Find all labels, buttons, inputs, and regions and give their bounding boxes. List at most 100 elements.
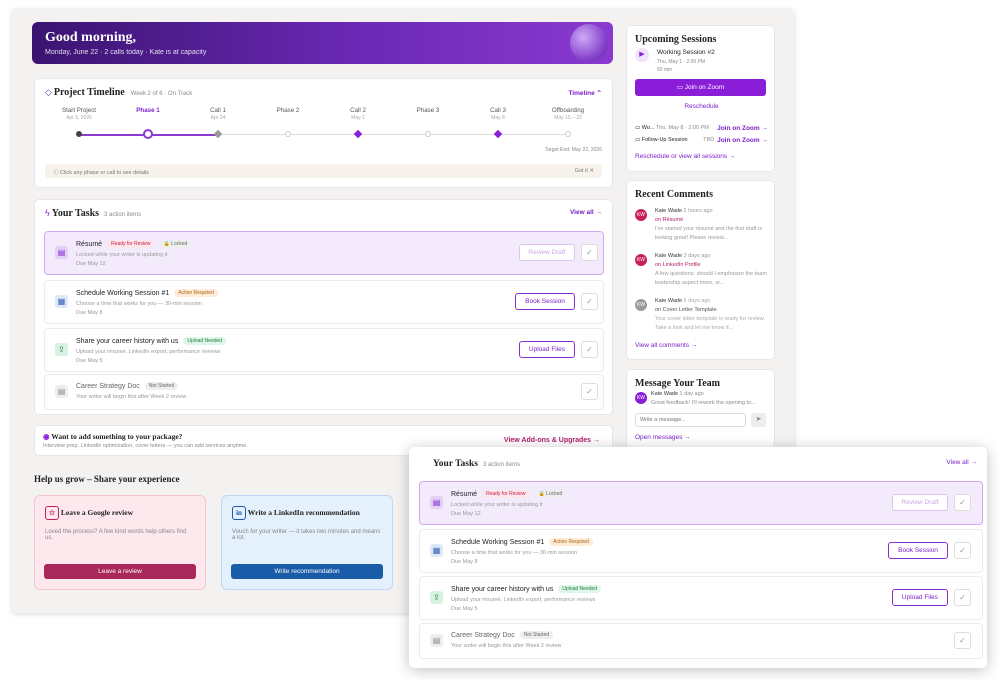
view-all-tasks-link[interactable]: View all →: [570, 209, 602, 216]
upcoming-sessions-card: Upcoming Sessions ▶ Working Session #2 T…: [626, 25, 775, 172]
info-icon: ⓘ: [53, 170, 61, 176]
comment-item[interactable]: Kate Wade 5 days ago on Cover Letter Temp…: [655, 297, 770, 333]
comments-title: Recent Comments: [635, 189, 714, 200]
calendar-icon: ▦: [430, 544, 443, 557]
package-icon: ◉: [43, 432, 50, 441]
timeline-hint: ⓘ Click any phase or call to see details…: [45, 164, 602, 178]
comment-item[interactable]: Kate Wade 3 days ago on LinkedIn Profile A…: [655, 252, 770, 288]
camera-icon: ▭: [676, 84, 685, 91]
video-icon: ▭: [635, 137, 642, 143]
greeting-subtitle: Monday, June 22 · 2 calls today · Kate i…: [45, 49, 207, 56]
document-icon: ▤: [55, 246, 68, 259]
avatar: KW: [635, 299, 647, 311]
session-row: ▭ Wo... Thu, May 8 · 2:00 PM Join on Zoom…: [635, 125, 768, 132]
leave-review-button[interactable]: Leave a review: [44, 564, 196, 579]
tasks-card: ϟ Your Tasks 3 action items View all → ▤…: [34, 199, 613, 415]
timeline-header: ◇ Project Timeline Week 2 of 6 · On Trac…: [45, 87, 192, 98]
complete-checkbox[interactable]: ✓: [954, 589, 971, 606]
session-row: ▭ Follow-Up Session TBD Join on Zoom →: [635, 137, 768, 144]
upload-files-button[interactable]: Upload Files: [892, 589, 948, 606]
status-badge: Ready for Review: [107, 240, 155, 248]
tasks-zoom-callout: Your Tasks 3 action items View all → ▤ R…: [409, 447, 987, 668]
recent-comments-card: Recent Comments KW Kate Wade 2 hours ago…: [626, 180, 775, 360]
phase-3[interactable]: Phase 3: [398, 107, 458, 115]
milestone-dot-phase-2[interactable]: [285, 131, 291, 137]
message-title: Message Your Team: [635, 378, 720, 389]
milestone-dot-phase-1[interactable]: [143, 129, 153, 139]
status-badge: Action Required: [174, 289, 218, 297]
phase-1[interactable]: Phase 1: [118, 107, 178, 115]
view-all-tasks-link[interactable]: View all →: [946, 459, 977, 466]
timeline-toggle[interactable]: Timeline ⌃: [568, 89, 602, 97]
disco-ball-decoration: [570, 24, 608, 62]
addon-title: Want to add something to your package?: [51, 432, 183, 441]
timeline-title: Project Timeline: [53, 87, 125, 98]
timeline-week: Week 2 of 6 · On Track: [130, 91, 193, 97]
milestone-dot-offboarding[interactable]: [565, 131, 571, 137]
tasks-title: Your Tasks: [51, 208, 100, 219]
complete-checkbox[interactable]: ✓: [581, 341, 598, 358]
reschedule-link[interactable]: Reschedule: [627, 103, 776, 110]
star-icon: ☆: [45, 506, 59, 520]
locked-badge: 🔒 Locked: [159, 240, 192, 248]
linkedin-card: in Write a LinkedIn recommendation Vouch…: [221, 495, 393, 590]
task-career-strategy[interactable]: ▤ Career Strategy Doc Not Started Your wr…: [44, 374, 604, 410]
target-end-date: Target End: May 22, 2026: [544, 147, 602, 153]
complete-checkbox[interactable]: ✓: [581, 383, 598, 400]
open-messages-link[interactable]: Open messages →: [635, 434, 691, 441]
task-career-strategy[interactable]: ▤ Career Strategy Doc Not Started Your wr…: [419, 623, 983, 659]
book-session-button[interactable]: Book Session: [888, 542, 948, 559]
task-career-history[interactable]: ⇪ Share your career history with us Uploa…: [419, 576, 983, 620]
task-resume[interactable]: ▤ Résumé Ready for Review 🔒 Locked Locked …: [419, 481, 983, 525]
tasks-count: 3 action items: [104, 212, 142, 218]
offboarding[interactable]: Offboarding May 15 – 22: [538, 107, 598, 121]
task-resume[interactable]: ▤ Résumé Ready for Review 🔒 Locked Locked …: [44, 231, 604, 275]
google-review-card: ☆ Leave a Google review Loved the proces…: [34, 495, 206, 590]
join-zoom-button[interactable]: ▭ Join on Zoom: [635, 79, 766, 96]
avatar: KW: [635, 392, 647, 404]
message-team-card: Message Your Team KW Kate Wade 1 day ago…: [626, 369, 775, 449]
document-icon: ▤: [430, 634, 443, 647]
phase-start[interactable]: Start Project Apr 5, 2026: [49, 107, 109, 121]
document-icon: ▤: [430, 496, 443, 509]
send-icon[interactable]: ➤: [751, 413, 766, 427]
milestone-dot-phase-3[interactable]: [425, 131, 431, 137]
tasks-title: Your Tasks: [433, 459, 478, 469]
document-icon: ▤: [55, 385, 68, 398]
message-input[interactable]: [635, 413, 746, 427]
upload-icon: ⇪: [55, 343, 68, 356]
call-2[interactable]: Call 2 May 1: [328, 107, 388, 121]
review-draft-button[interactable]: Review Draft: [519, 244, 575, 261]
complete-checkbox[interactable]: ✓: [581, 244, 598, 261]
view-all-comments-link[interactable]: View all comments →: [635, 342, 697, 349]
greeting-banner: Good morning, Monday, June 22 · 2 calls …: [32, 22, 613, 64]
upload-files-button[interactable]: Upload Files: [519, 341, 575, 358]
view-all-sessions-link[interactable]: Reschedule or view all sessions →: [635, 153, 735, 160]
avatar: KW: [635, 254, 647, 266]
calendar-icon: ▦: [55, 295, 68, 308]
task-career-history[interactable]: ⇪ Share your career history with us Uploa…: [44, 328, 604, 372]
call-3[interactable]: Call 3 May 8: [468, 107, 528, 121]
call-1[interactable]: Call 1 Apr 24: [188, 107, 248, 121]
greeting-title: Good morning,: [45, 30, 137, 45]
status-badge: Not Started: [144, 382, 179, 390]
milestone-dot-start[interactable]: [76, 131, 82, 137]
review-draft-button[interactable]: Review Draft: [892, 494, 948, 511]
complete-checkbox[interactable]: ✓: [581, 293, 598, 310]
book-session-button[interactable]: Book Session: [515, 293, 575, 310]
lightning-icon: ϟ: [45, 208, 50, 218]
video-icon: ▭: [635, 125, 642, 131]
diamond-icon: ◇: [45, 87, 52, 97]
phase-2[interactable]: Phase 2: [258, 107, 318, 115]
dismiss-hint-button[interactable]: Got it ✕: [575, 168, 594, 174]
task-schedule-session[interactable]: ▦ Schedule Working Session #1 Action Requ…: [44, 280, 604, 324]
complete-checkbox[interactable]: ✓: [954, 494, 971, 511]
status-badge: Upload Needed: [183, 337, 227, 345]
view-addons-link[interactable]: View Add-ons & Upgrades →: [504, 437, 600, 444]
upload-icon: ⇪: [430, 591, 443, 604]
write-recommendation-button[interactable]: Write recommendation: [231, 564, 383, 579]
task-schedule-session[interactable]: ▦ Schedule Working Session #1 Action Requ…: [419, 529, 983, 573]
complete-checkbox[interactable]: ✓: [954, 542, 971, 559]
comment-item[interactable]: Kate Wade 2 hours ago on Résumé I've start…: [655, 207, 770, 243]
complete-checkbox[interactable]: ✓: [954, 632, 971, 649]
